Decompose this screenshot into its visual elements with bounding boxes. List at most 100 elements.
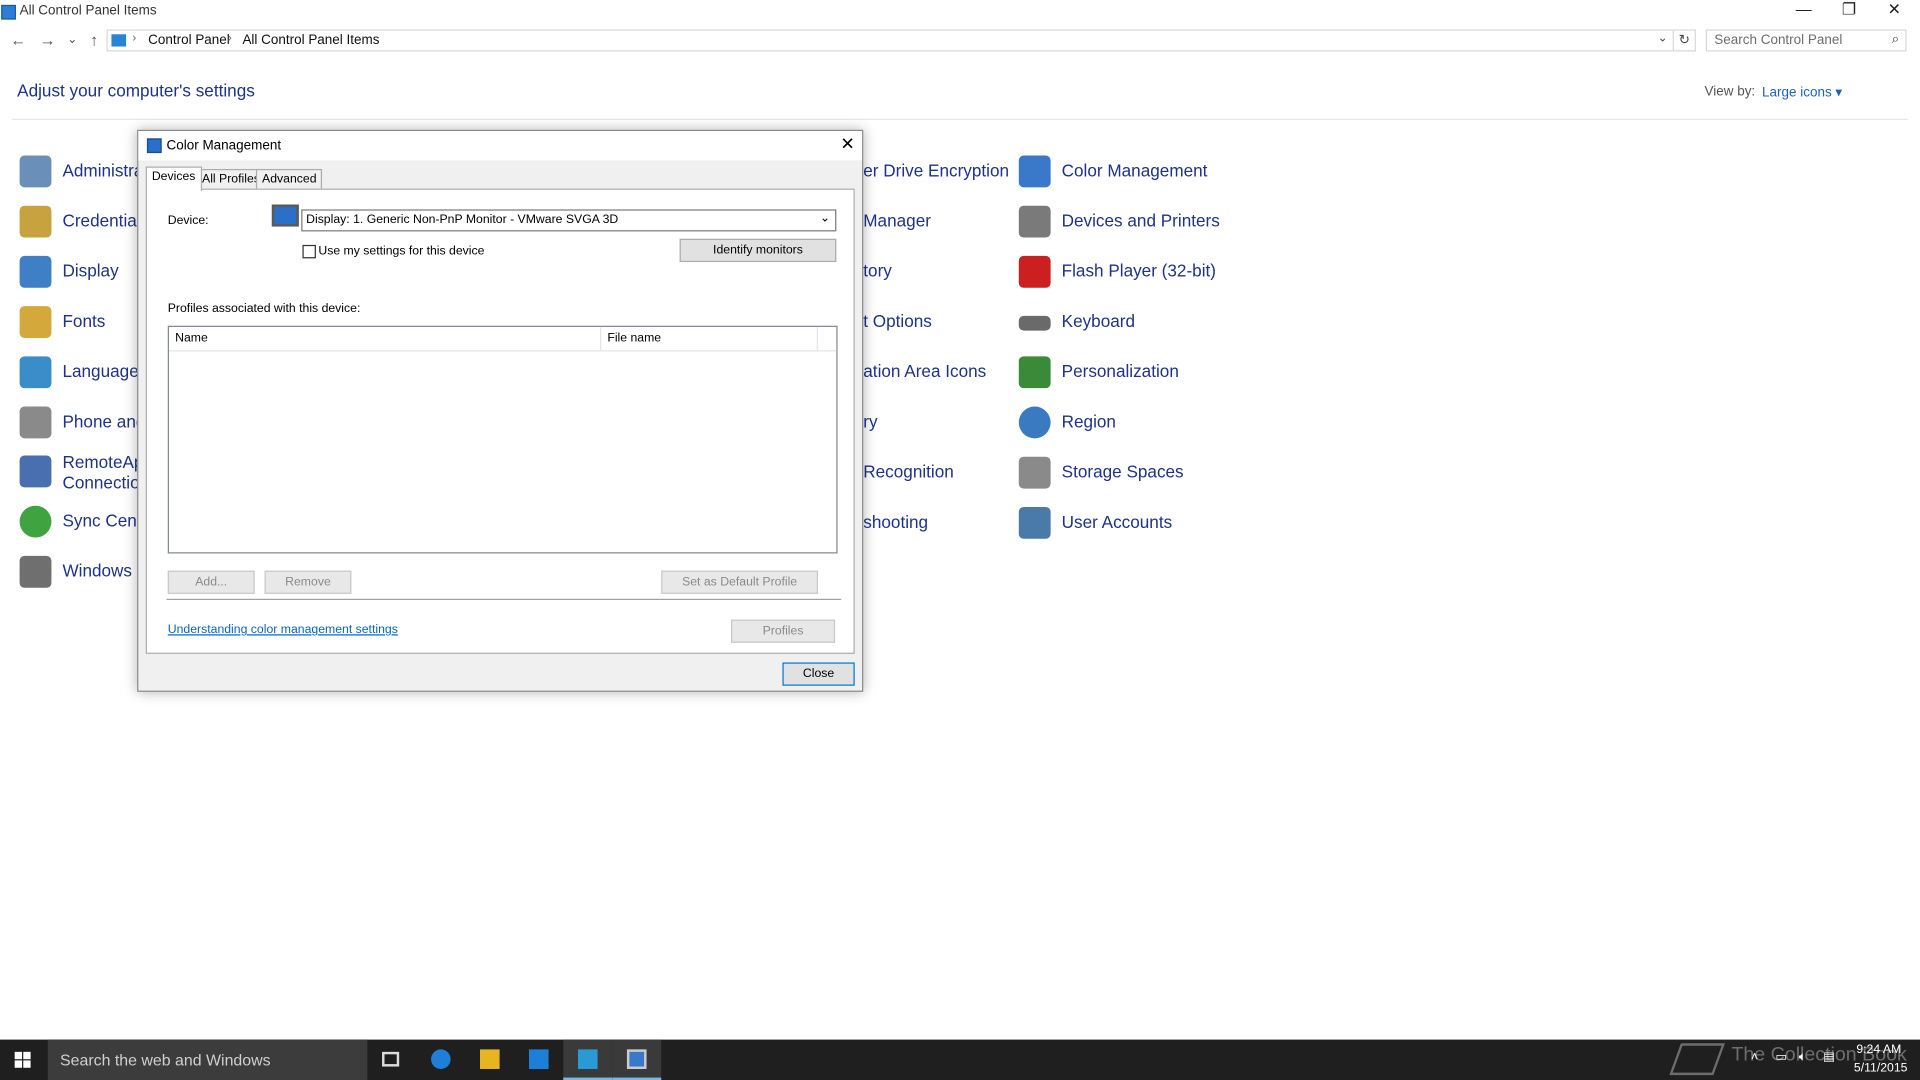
color-management-icon	[1018, 155, 1051, 188]
search-placeholder: Search Control Panel	[1714, 33, 1843, 48]
close-icon[interactable]: ✕	[840, 133, 854, 154]
window-title: All Control Panel Items	[19, 3, 157, 19]
add-button[interactable]: Add...	[167, 570, 255, 594]
language-icon	[19, 356, 52, 389]
cp-item-label: tory	[863, 260, 892, 281]
cp-item-color-management[interactable]: Color Management	[1018, 155, 1264, 205]
cp-item-remoteapp[interactable]: RemoteApp Connection	[19, 447, 153, 496]
firewall-icon	[19, 555, 52, 588]
clock-date[interactable]: 5/11/2015	[1854, 1062, 1908, 1075]
volume-icon[interactable]: 🔈︎	[1799, 1051, 1806, 1064]
maximize-button[interactable]: ❐	[1826, 0, 1873, 24]
windows-logo-icon	[23, 1060, 31, 1068]
profiles-label: Profiles associated with this device:	[167, 302, 361, 316]
column-file-name[interactable]: File name	[601, 326, 818, 352]
notifications-icon[interactable]: ▤	[1823, 1051, 1835, 1064]
recent-locations-button[interactable]: ⌄	[61, 29, 83, 51]
tab-devices[interactable]: Devices	[145, 166, 202, 192]
navigation-bar: ← → ⌄ ↑ › Control Panel › All Control Pa…	[0, 27, 1920, 54]
cp-item-fonts[interactable]: Fonts	[19, 306, 142, 355]
profiles-button[interactable]: Profiles	[731, 619, 836, 643]
list-header: Name File name	[168, 326, 837, 352]
cp-item-keyboard[interactable]: Keyboard	[1018, 306, 1264, 355]
minimize-button[interactable]: —	[1780, 0, 1827, 24]
taskbar-app-color-management[interactable]	[612, 1039, 662, 1080]
breadcrumb-all-items[interactable]: All Control Panel Items	[242, 33, 379, 48]
cp-item-label: Phone and	[62, 411, 146, 432]
remote-desktop-icon	[19, 455, 52, 488]
cp-item-windows-defender[interactable]: Windows D	[19, 555, 149, 605]
cp-item-personalization[interactable]: Personalization	[1018, 356, 1264, 405]
address-bar[interactable]: › Control Panel › All Control Panel Item…	[106, 29, 1674, 52]
chevron-down-icon: ⌄	[819, 211, 831, 226]
cp-item-label: Credential	[62, 210, 141, 231]
cp-item-flash-player[interactable]: Flash Player (32-bit)	[1018, 255, 1264, 305]
taskbar-search[interactable]: Search the web and Windows	[47, 1039, 368, 1080]
dialog-titlebar: Color Management ✕	[138, 131, 863, 161]
taskbar-app-control-panel[interactable]	[563, 1039, 613, 1080]
cp-item-display[interactable]: Display	[19, 255, 142, 305]
search-input[interactable]: Search Control Panel ⌕	[1705, 29, 1907, 52]
close-window-button[interactable]: ✕	[1871, 0, 1918, 24]
cp-item-sync-center[interactable]: Sync Cente	[19, 505, 151, 555]
globe-icon	[1018, 406, 1051, 439]
chevron-up-icon[interactable]: ˄	[1751, 1051, 1758, 1064]
up-button[interactable]: ↑	[83, 29, 105, 51]
watermark-book-icon	[1669, 1043, 1725, 1076]
cp-item-label: Recognition	[863, 461, 954, 482]
refresh-button[interactable]: ↻	[1673, 29, 1696, 52]
color-management-icon	[626, 1049, 647, 1069]
cp-item-label: Storage Spaces	[1061, 461, 1184, 482]
use-my-settings-checkbox[interactable]	[302, 244, 316, 259]
vault-icon	[19, 205, 52, 238]
task-view-button[interactable]	[367, 1040, 416, 1080]
printer-icon	[1018, 205, 1051, 238]
remove-button[interactable]: Remove	[264, 570, 352, 594]
cp-item-label: Keyboard	[1061, 311, 1136, 331]
view-by-dropdown[interactable]: Large icons ▾	[1762, 84, 1842, 101]
cp-item-user-accounts[interactable]: User Accounts	[1018, 506, 1264, 556]
monitor-icon	[271, 204, 299, 227]
tools-icon	[19, 155, 52, 188]
cp-item-label: Personalization	[1061, 361, 1179, 381]
close-button[interactable]: Close	[782, 662, 855, 686]
cp-item-label: Flash Player (32-bit)	[1061, 260, 1216, 281]
keyboard-icon	[1018, 315, 1051, 331]
start-button[interactable]	[0, 1040, 47, 1080]
cp-item-devices-and-printers[interactable]: Devices and Printers	[1018, 205, 1264, 255]
identify-monitors-button[interactable]: Identify monitors	[679, 238, 837, 263]
cp-item-credential-manager[interactable]: Credential	[19, 205, 142, 255]
users-icon	[1018, 506, 1051, 539]
profiles-list[interactable]: Name File name	[167, 325, 838, 554]
cp-item-region[interactable]: Region	[1018, 406, 1264, 456]
search-icon[interactable]: ⌕	[1892, 32, 1900, 48]
set-default-profile-button[interactable]: Set as Default Profile	[661, 570, 818, 594]
taskbar-app-browser[interactable]	[416, 1040, 465, 1080]
network-icon[interactable]: ▭	[1776, 1051, 1788, 1064]
color-management-dialog: Color Management ✕ Devices All Profiles …	[137, 129, 864, 692]
chevron-down-icon[interactable]: ⌄	[1657, 32, 1667, 45]
cp-item-administrative-tools[interactable]: Administra	[19, 155, 144, 205]
tab-advanced[interactable]: Advanced	[255, 168, 323, 190]
back-button[interactable]: ←	[7, 29, 29, 51]
store-icon	[528, 1049, 549, 1069]
help-link[interactable]: Understanding color management settings	[168, 623, 398, 636]
cp-item-label: Administra	[62, 160, 144, 181]
forward-button[interactable]: →	[37, 29, 59, 51]
cp-item-label: User Accounts	[1061, 511, 1173, 532]
clock-time[interactable]: 9:24 AM	[1856, 1043, 1901, 1056]
cp-item-label: Region	[1061, 411, 1116, 432]
cp-item-storage-spaces[interactable]: Storage Spaces	[1018, 456, 1264, 506]
divider	[12, 118, 1908, 121]
cp-item-language[interactable]: Language	[19, 356, 142, 405]
column-name[interactable]: Name	[169, 326, 602, 352]
sync-icon	[19, 505, 52, 538]
device-select[interactable]: Display: 1. Generic Non-PnP Monitor - VM…	[301, 209, 837, 232]
task-view-icon	[382, 1051, 400, 1067]
cp-item-label: Display	[62, 260, 119, 281]
window-titlebar: All Control Panel Items — ❐ ✕	[0, 0, 1920, 24]
cp-item-label: ation Area Icons	[863, 361, 987, 381]
breadcrumb-control-panel[interactable]: Control Panel	[148, 33, 230, 48]
taskbar-app-store[interactable]	[514, 1040, 563, 1080]
taskbar-app-file-explorer[interactable]	[465, 1040, 514, 1080]
